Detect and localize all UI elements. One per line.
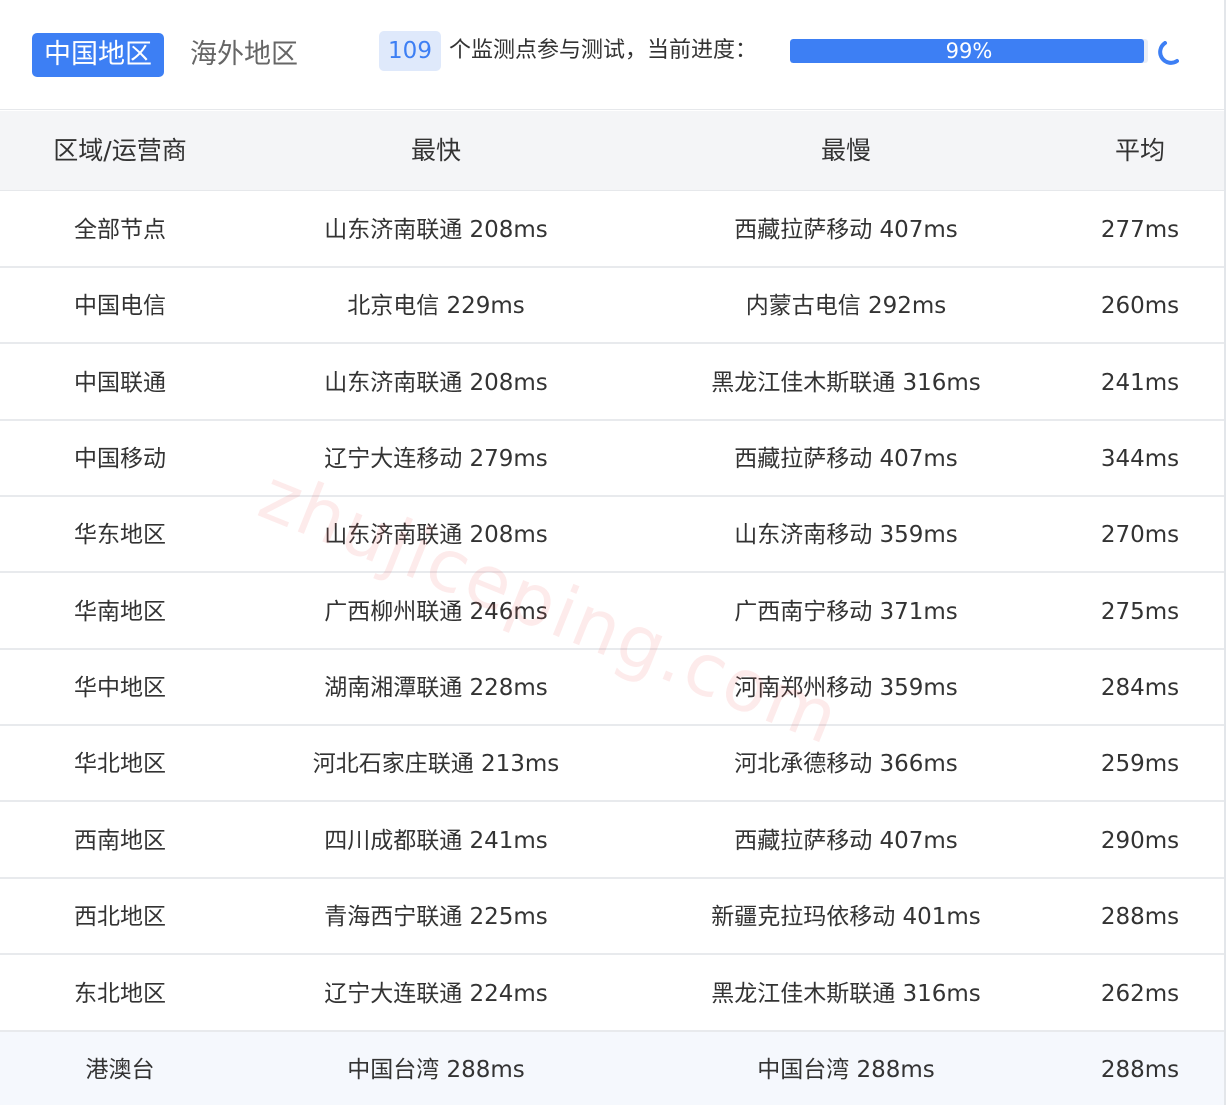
cell-region: 华中地区 <box>74 675 166 701</box>
cell-fastest: 山东济南联通 208ms <box>324 217 548 243</box>
table-row: 华东地区 山东济南联通 208ms 山东济南移动 359ms 270ms <box>0 497 1224 573</box>
cell-region: 华东地区 <box>74 522 166 548</box>
cell-fastest: 青海西宁联通 225ms <box>324 904 548 930</box>
top-bar: 中国地区 海外地区 109 个监测点参与测试，当前进度： 99% <box>0 0 1224 110</box>
speed-test-panel: 中国地区 海外地区 109 个监测点参与测试，当前进度： 99% 区域/运营商 … <box>0 0 1226 1105</box>
cell-region: 中国移动 <box>74 446 166 472</box>
cell-slowest: 内蒙古电信 292ms <box>745 293 947 319</box>
cell-average: 259ms <box>1100 751 1180 777</box>
cell-average: 260ms <box>1100 293 1180 319</box>
progress-percent: 99% <box>945 39 993 63</box>
cell-fastest: 山东济南联通 208ms <box>324 522 548 548</box>
cell-average: 262ms <box>1100 981 1180 1007</box>
cell-region: 中国联通 <box>74 370 166 396</box>
cell-average: 288ms <box>1100 1057 1180 1083</box>
cell-region: 华南地区 <box>74 599 166 625</box>
cell-slowest: 中国台湾 288ms <box>757 1057 935 1083</box>
header-average: 平均 <box>1114 136 1165 165</box>
cell-average: 284ms <box>1100 675 1180 701</box>
cell-average: 344ms <box>1100 446 1180 472</box>
cell-fastest: 广西柳州联通 246ms <box>324 599 548 625</box>
cell-region: 西南地区 <box>74 828 166 854</box>
cell-fastest: 中国台湾 288ms <box>347 1057 525 1083</box>
header-fastest: 最快 <box>410 136 461 165</box>
cell-average: 275ms <box>1100 599 1180 625</box>
spinner-icon <box>1158 41 1179 65</box>
table-row: 中国移动 辽宁大连移动 279ms 西藏拉萨移动 407ms 344ms <box>0 421 1224 497</box>
header-region: 区域/运营商 <box>53 136 187 165</box>
cell-fastest: 河北石家庄联通 213ms <box>312 751 560 777</box>
cell-fastest: 辽宁大连联通 224ms <box>324 981 548 1007</box>
cell-fastest: 四川成都联通 241ms <box>324 828 548 854</box>
cell-average: 277ms <box>1100 217 1180 243</box>
table-row: 全部节点 山东济南联通 208ms 西藏拉萨移动 407ms 277ms <box>0 192 1224 268</box>
table-row: 港澳台 中国台湾 288ms 中国台湾 288ms 288ms <box>0 1032 1224 1105</box>
cell-region: 中国电信 <box>74 293 166 319</box>
cell-fastest: 湖南湘潭联通 228ms <box>324 675 548 701</box>
cell-average: 290ms <box>1100 828 1180 854</box>
cell-region: 东北地区 <box>74 981 166 1007</box>
cell-region: 全部节点 <box>74 217 166 243</box>
cell-slowest: 西藏拉萨移动 407ms <box>734 828 958 854</box>
table-row: 华中地区 湖南湘潭联通 228ms 河南郑州移动 359ms 284ms <box>0 650 1224 726</box>
table-row: 华北地区 河北石家庄联通 213ms 河北承德移动 366ms 259ms <box>0 726 1224 802</box>
progress-bar: 99% <box>790 39 1148 63</box>
cell-slowest: 山东济南移动 359ms <box>734 522 958 548</box>
cell-slowest: 西藏拉萨移动 407ms <box>734 217 958 243</box>
cell-fastest: 山东济南联通 208ms <box>324 370 548 396</box>
table-row: 东北地区 辽宁大连联通 224ms 黑龙江佳木斯联通 316ms 262ms <box>0 956 1224 1032</box>
table-header: 区域/运营商 最快 最慢 平均 <box>0 111 1224 191</box>
cell-region: 港澳台 <box>85 1057 155 1083</box>
cell-slowest: 黑龙江佳木斯联通 316ms <box>711 370 981 396</box>
progress-text: 个监测点参与测试，当前进度： <box>449 38 758 63</box>
table-row: 华南地区 广西柳州联通 246ms 广西南宁移动 371ms 275ms <box>0 574 1224 650</box>
header-slowest: 最慢 <box>820 136 871 165</box>
cell-slowest: 河南郑州移动 359ms <box>734 675 958 701</box>
table-row: 西南地区 四川成都联通 241ms 西藏拉萨移动 407ms 290ms <box>0 803 1224 879</box>
node-count-badge: 109 <box>379 31 441 71</box>
tab-domestic[interactable]: 中国地区 <box>32 33 164 77</box>
cell-region: 西北地区 <box>74 904 166 930</box>
table-row: 中国电信 北京电信 229ms 内蒙古电信 292ms 260ms <box>0 268 1224 344</box>
cell-slowest: 广西南宁移动 371ms <box>734 599 958 625</box>
cell-slowest: 黑龙江佳木斯联通 316ms <box>711 981 981 1007</box>
tab-overseas[interactable]: 海外地区 <box>190 33 298 77</box>
cell-slowest: 河北承德移动 366ms <box>734 751 958 777</box>
cell-fastest: 北京电信 229ms <box>347 293 525 319</box>
cell-average: 270ms <box>1100 522 1180 548</box>
table-row: 中国联通 山东济南联通 208ms 黑龙江佳木斯联通 316ms 241ms <box>0 345 1224 421</box>
cell-fastest: 辽宁大连移动 279ms <box>324 446 548 472</box>
cell-region: 华北地区 <box>74 751 166 777</box>
cell-average: 241ms <box>1100 370 1180 396</box>
cell-slowest: 西藏拉萨移动 407ms <box>734 446 958 472</box>
cell-slowest: 新疆克拉玛依移动 401ms <box>711 904 981 930</box>
table-row: 西北地区 青海西宁联通 225ms 新疆克拉玛依移动 401ms 288ms <box>0 879 1224 955</box>
cell-average: 288ms <box>1100 904 1180 930</box>
